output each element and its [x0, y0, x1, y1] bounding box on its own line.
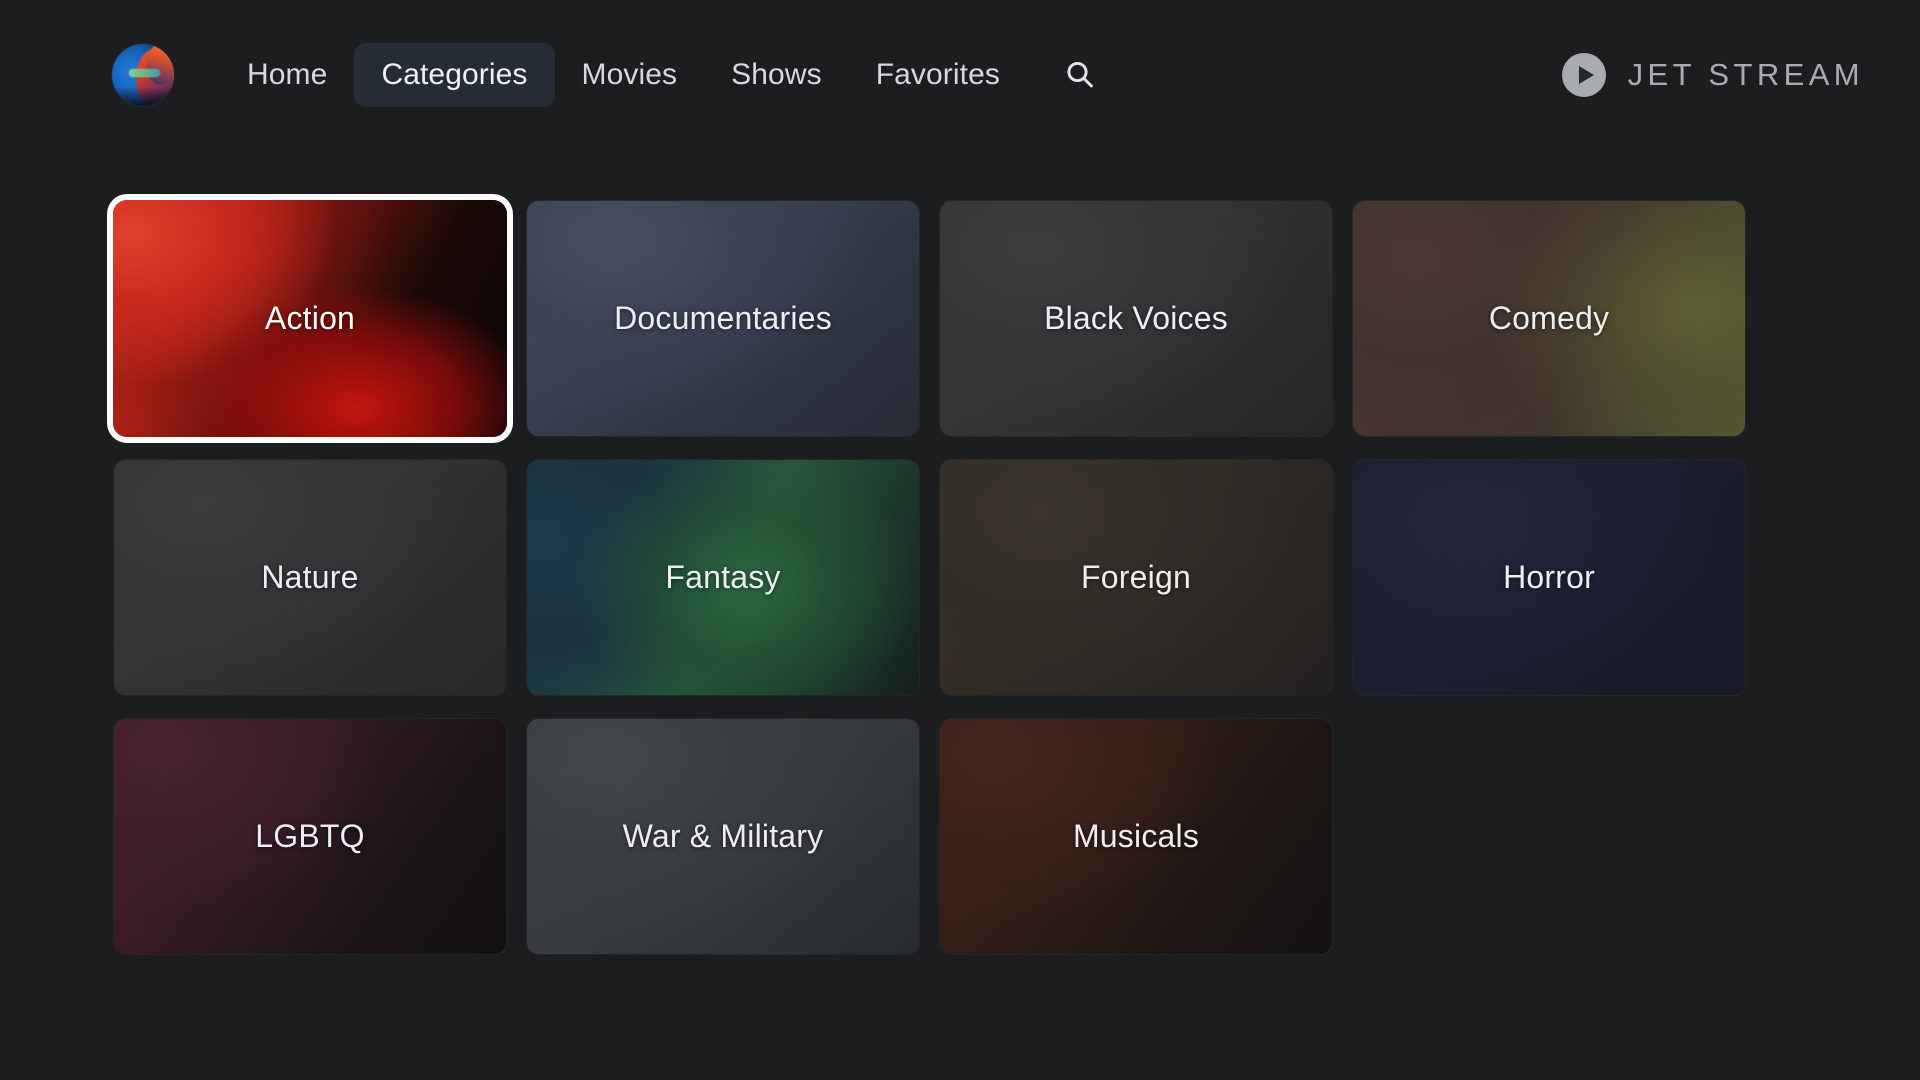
category-label: LGBTQ — [255, 818, 365, 854]
category-label: Horror — [1503, 559, 1595, 595]
category-label: Musicals — [1072, 818, 1200, 854]
nav-item-movies[interactable]: Movies — [555, 43, 705, 107]
category-label: Black Voices — [1044, 300, 1228, 336]
play-triangle-shape — [1578, 66, 1594, 84]
category-card-documentaries[interactable]: Documentaries — [526, 200, 920, 437]
category-card-war-military[interactable]: War & Military — [526, 718, 920, 955]
category-card-fantasy[interactable]: Fantasy — [526, 459, 920, 696]
category-label: Nature — [261, 559, 359, 595]
play-circle-icon — [1561, 53, 1606, 97]
search-button[interactable] — [1049, 44, 1111, 106]
avatar-hair-shape — [146, 44, 174, 85]
category-card-black-voices[interactable]: Black Voices — [939, 200, 1333, 437]
nav-links: Home Categories Movies Shows Favorites — [220, 43, 1111, 107]
app-root: Home Categories Movies Shows Favorites J… — [0, 0, 1920, 1080]
category-label: Comedy — [1488, 300, 1610, 336]
category-card-foreign[interactable]: Foreign — [939, 459, 1333, 696]
avatar-shadow-overlay — [112, 87, 174, 106]
nav-item-categories[interactable]: Categories — [354, 43, 555, 107]
top-navigation-bar: Home Categories Movies Shows Favorites J… — [0, 0, 1920, 150]
category-card-musicals[interactable]: Musicals — [939, 718, 1333, 955]
category-card-action[interactable]: Action — [113, 200, 507, 437]
category-card-horror[interactable]: Horror — [1352, 459, 1746, 696]
nav-item-home[interactable]: Home — [220, 43, 354, 107]
category-grid: Action Documentaries Black Voices Comedy… — [113, 200, 1807, 955]
category-label: Fantasy — [665, 559, 781, 595]
category-label: Documentaries — [614, 300, 832, 336]
brand-logo: JET STREAM — [1561, 53, 1864, 97]
category-label: War & Military — [622, 818, 824, 854]
avatar[interactable] — [112, 44, 174, 106]
category-label: Foreign — [1081, 559, 1191, 595]
search-icon — [1067, 61, 1093, 88]
nav-item-favorites[interactable]: Favorites — [849, 43, 1027, 107]
nav-item-shows[interactable]: Shows — [704, 43, 849, 107]
category-card-nature[interactable]: Nature — [113, 459, 507, 696]
category-card-comedy[interactable]: Comedy — [1352, 200, 1746, 437]
brand-name: JET STREAM — [1627, 57, 1864, 92]
category-label: Action — [264, 300, 356, 336]
avatar-sunglasses-shape — [129, 69, 161, 78]
category-card-lgbtq[interactable]: LGBTQ — [113, 718, 507, 955]
